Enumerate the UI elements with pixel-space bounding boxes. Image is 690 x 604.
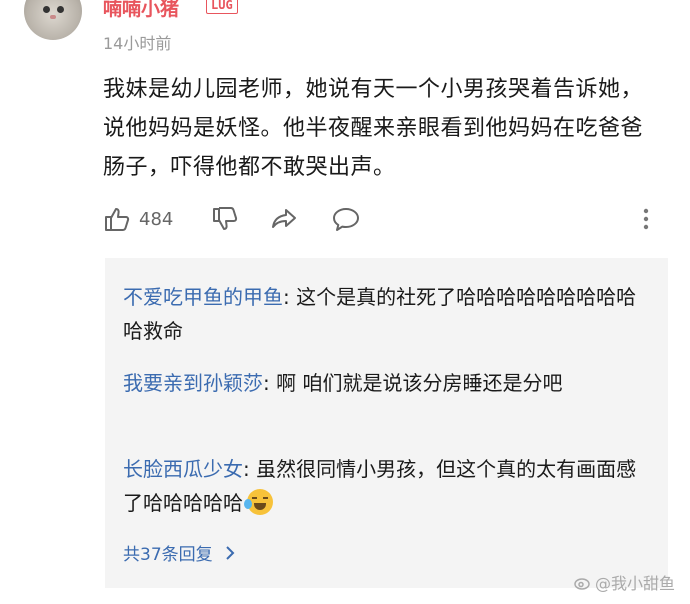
avatar-nose [50, 15, 56, 19]
more-replies-label: 共37条回复 [123, 545, 213, 565]
watermark: @我小甜鱼 [574, 570, 675, 594]
share-icon [272, 209, 296, 228]
watermark-text: @我小甜鱼 [595, 574, 676, 593]
laughing-crying-emoji-icon [244, 489, 273, 515]
reply-button[interactable] [331, 203, 361, 235]
share-button[interactable] [270, 203, 298, 235]
user-badge: LUG [206, 0, 238, 14]
dislike-button[interactable] [211, 203, 239, 235]
avatar[interactable] [24, 0, 82, 40]
view-more-replies-link[interactable]: 共37条回复 [123, 540, 239, 565]
reply-item[interactable]: 长脸西瓜少女: 虽然很同情小男孩，但这个真的太有画面感了哈哈哈哈哈 [123, 452, 643, 520]
replies-panel: 不爱吃甲鱼的甲鱼: 这个是真的社死了哈哈哈哈哈哈哈哈哈哈救命 我要亲到孙颖莎: … [105, 258, 668, 588]
reply-item[interactable]: 不爱吃甲鱼的甲鱼: 这个是真的社死了哈哈哈哈哈哈哈哈哈哈救命 [123, 280, 643, 348]
reply-author[interactable]: 不爱吃甲鱼的甲鱼 [123, 285, 283, 309]
like-button[interactable]: 484 [103, 203, 173, 235]
thumbs-up-icon [105, 208, 130, 231]
reply-author[interactable]: 长脸西瓜少女 [123, 457, 243, 481]
reply-item[interactable]: 我要亲到孙颖莎: 啊 咱们就是说该分房睡还是分吧 [123, 366, 643, 400]
thumbs-down-icon [213, 207, 238, 230]
comment-icon [333, 208, 359, 231]
username[interactable]: 喃喃小猪 [103, 0, 179, 21]
weibo-logo-icon [574, 578, 590, 590]
like-count: 484 [139, 208, 174, 230]
avatar-eye [43, 6, 50, 13]
comment-actions: 484 [103, 203, 663, 235]
reply-text: : 啊 咱们就是说该分房睡还是分吧 [263, 371, 563, 395]
more-button[interactable] [641, 203, 651, 235]
post-time: 14小时前 [103, 34, 172, 53]
reply-author[interactable]: 我要亲到孙颖莎 [123, 371, 263, 395]
comment-text: 我妹是幼儿园老师，她说有天一个小男孩哭着告诉她，说他妈妈是妖怪。他半夜醒来亲眼看… [103, 77, 644, 180]
more-vertical-icon [643, 208, 649, 230]
chevron-right-icon [225, 545, 235, 560]
avatar-eye [57, 6, 64, 13]
